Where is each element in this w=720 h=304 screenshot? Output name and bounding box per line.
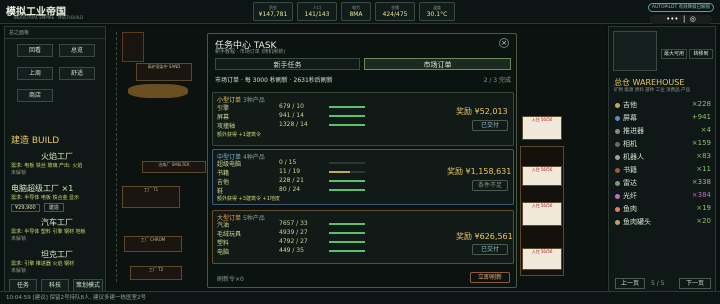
- camera-icon: [615, 141, 620, 147]
- delivered-button[interactable]: 已交付: [472, 120, 508, 131]
- prev-page-button[interactable]: 上一页: [615, 278, 645, 289]
- house-card[interactable]: 入住 56/56: [522, 248, 562, 270]
- fiber-icon: [615, 193, 620, 199]
- sand-pile: [128, 84, 188, 98]
- progress-bar: [329, 106, 365, 108]
- warehouse-item[interactable]: 机器人 ×83: [615, 152, 713, 164]
- warehouse-item[interactable]: 吉他 ×228: [615, 100, 713, 112]
- order-small: 小型订单 3种产品 引擎 679 / 10 屏幕 941 / 14 攻撞轴 1328 …: [212, 92, 514, 146]
- progress-bar: [329, 180, 365, 182]
- robot-icon: [615, 154, 620, 160]
- transfer-button[interactable]: 转移到: [689, 49, 713, 59]
- game-subtitle: INDUSTRIAL EMPIRE · MULTI-BUILD: [14, 15, 84, 20]
- market-info: 市场订单 · 每 3000 秒刷新 · 2631秒后刷新 2 / 3 完成: [215, 77, 511, 84]
- build-title: 建造 BUILD: [11, 136, 60, 146]
- left-panel-header: 总之面板: [5, 27, 105, 39]
- order-medium: 中型订单 4种产品 超级电脑 0 / 15 书籍 11 / 19 吉他 228 / 2…: [212, 149, 514, 205]
- order-reward: 奖励 ¥52,013: [456, 107, 508, 116]
- insufficient-button[interactable]: 条件不足: [472, 180, 508, 191]
- build-item-fire-factory[interactable]: 火焰工厂 需求: 电板 铁丝 玻璃 产出: 火焰 未解锁: [11, 151, 107, 176]
- tab-market[interactable]: 市场订单: [364, 58, 511, 70]
- can-icon: [615, 219, 620, 225]
- delivered-button[interactable]: 已交付: [472, 244, 508, 255]
- resource-population: 人口 141/143: [297, 2, 337, 21]
- resource-money: 资金 ¥147,781: [253, 2, 293, 21]
- shop-button[interactable]: 商店: [17, 89, 53, 102]
- build-price: ¥29,900: [11, 204, 40, 212]
- factory-t1[interactable]: 工厂 T1: [122, 186, 180, 208]
- warehouse-item[interactable]: 推进器 ×4: [615, 126, 713, 138]
- build-item-computer-factory[interactable]: 电脑超级工厂 ×1 需求: 半导体 电板 铁合金 显示 ¥29,900 建造: [11, 183, 107, 212]
- warehouse-item[interactable]: 书籍 ×11: [615, 165, 713, 177]
- progress-bar: [329, 250, 365, 252]
- right-panel: 最大可用 转移到 总仓 WAREHOUSE 矿物 能源 原料 部件 工业 消费品…: [608, 26, 716, 296]
- progress-bar: [329, 189, 365, 191]
- minimap[interactable]: [613, 31, 657, 71]
- order-reward: 奖励 ¥1,158,631: [447, 167, 512, 176]
- modal-subtitle: 新手教程 · 市场订单 (随机刷新): [215, 49, 286, 55]
- task-modal: 任务中心 TASK 新手教程 · 市场订单 (随机刷新) × 新手任务 市场订单…: [207, 33, 517, 288]
- build-button[interactable]: 建造: [43, 203, 64, 212]
- warehouse-item[interactable]: 鱼肉 ×19: [615, 204, 713, 216]
- review-button[interactable]: 回看: [17, 44, 53, 57]
- event-log: 10:04:59 [建议] 保留2号持队8人, 建议多建一栋医室2号: [0, 291, 720, 304]
- factory-chrom[interactable]: 工厂 CHROM: [124, 236, 182, 252]
- progress-bar: [329, 171, 365, 173]
- sand-furnace[interactable]: 高炉渲染中 SAND: [136, 63, 192, 81]
- order-large: 大型订单 5种产品 汽油 7657 / 33 毛绒玩具 4939 / 27 塑料 47…: [212, 210, 514, 264]
- page-indicator: 5 / 5: [651, 280, 665, 287]
- resource-storage: 仓储 424/475: [375, 2, 415, 21]
- resource-power: 电力 8MA: [341, 2, 371, 21]
- overview-button[interactable]: 总览: [59, 44, 95, 57]
- progress-bar: [329, 241, 365, 243]
- next-page-button[interactable]: 下一页: [679, 278, 711, 289]
- smelter-building[interactable]: 冶炼厂 SMELTER: [142, 161, 206, 173]
- comfort-button[interactable]: 舒适: [59, 67, 95, 80]
- warehouse-item[interactable]: 光纤 ×384: [615, 191, 713, 203]
- refresh-token-count: 刷新令×0: [217, 276, 244, 283]
- last-week-button[interactable]: 上周: [17, 67, 53, 80]
- thruster-icon: [615, 128, 620, 134]
- resource-temperature: 温度 30.1°C: [419, 2, 455, 21]
- progress-bar: [329, 162, 365, 164]
- progress-bar: [329, 115, 365, 117]
- warehouse-categories[interactable]: 矿物 能源 原料 部件 工业 消费品 产品: [614, 87, 690, 93]
- refresh-now-button[interactable]: 立即刷新: [470, 272, 510, 283]
- factory-t2[interactable]: 工厂 T2: [130, 266, 182, 280]
- screen-icon: [615, 115, 620, 121]
- warehouse-item[interactable]: 雷达 ×338: [615, 178, 713, 190]
- house-card[interactable]: 入住 56/56: [522, 202, 562, 226]
- progress-bar: [329, 124, 365, 126]
- progress-bar: [329, 232, 365, 234]
- top-bar: 模拟工业帝国 INDUSTRIAL EMPIRE · MULTI-BUILD 资…: [0, 0, 720, 24]
- house-card[interactable]: 入住 56/56: [522, 116, 562, 140]
- book-icon: [615, 167, 620, 173]
- build-item-tank-factory[interactable]: 坦克工厂 需求: 引擎 推进器 火焰 钢材 未解锁: [11, 249, 107, 274]
- storage-tank[interactable]: [122, 32, 144, 62]
- fish-icon: [615, 206, 620, 212]
- guitar-icon: [615, 102, 620, 108]
- radar-icon: [615, 180, 620, 186]
- tab-newbie[interactable]: 新手任务: [215, 58, 360, 70]
- warehouse-item[interactable]: 鱼肉罐头 ×20: [615, 217, 713, 229]
- progress-bar: [329, 223, 365, 225]
- build-item-car-factory[interactable]: 汽车工厂 需求: 半导体 塑料 引擎 钢材 地板 未解锁: [11, 217, 107, 242]
- warehouse-item[interactable]: 屏幕 +941: [615, 113, 713, 125]
- left-panel: 总之面板 回看 总览 上周 舒适 商店 建造 BUILD 火焰工厂 需求: 电板…: [4, 26, 106, 296]
- max-available-button[interactable]: 最大可用: [661, 49, 687, 59]
- autopilot-toggle[interactable]: AUTOPILOT 有效降级已解锁: [648, 3, 714, 12]
- order-reward: 奖励 ¥626,561: [456, 232, 513, 241]
- wechat-capsule[interactable]: ••• | ◎: [650, 15, 712, 24]
- warehouse-item[interactable]: 相机 ×159: [615, 139, 713, 151]
- house-card[interactable]: 入住 56/56: [522, 166, 562, 186]
- close-icon[interactable]: ×: [499, 38, 509, 48]
